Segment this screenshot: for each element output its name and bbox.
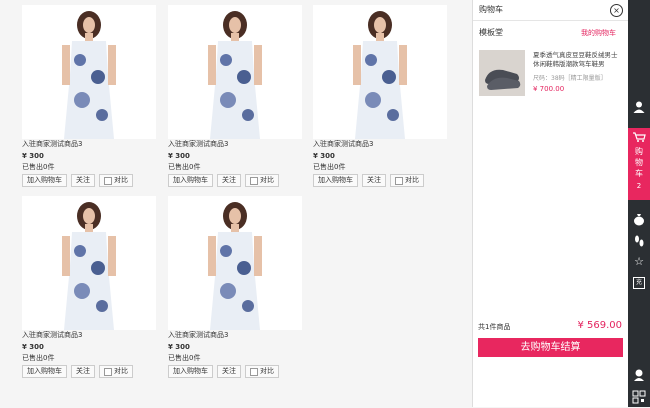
product-image[interactable] xyxy=(22,196,156,330)
compare-checkbox[interactable]: 对比 xyxy=(245,174,279,187)
follow-button[interactable]: 关注 xyxy=(71,365,95,378)
product-sold: 已售出0件 xyxy=(168,354,201,362)
product-title[interactable]: 入驻商家测试商品3 xyxy=(22,331,158,340)
product-card: 入驻商家测试商品3 ¥ 300 已售出0件 加入购物车 关注 对比 xyxy=(168,5,304,187)
qrcode-icon[interactable] xyxy=(632,390,646,404)
compare-checkbox[interactable]: 对比 xyxy=(99,365,133,378)
product-sold: 已售出0件 xyxy=(22,354,55,362)
product-image[interactable] xyxy=(168,196,302,330)
add-to-cart-button[interactable]: 加入购物车 xyxy=(22,174,67,187)
add-to-cart-button[interactable]: 加入购物车 xyxy=(313,174,358,187)
toolbar-cart[interactable]: 购 物 车 2 xyxy=(628,128,650,200)
product-title[interactable]: 入驻商家测试商品3 xyxy=(168,140,304,149)
checkbox-icon[interactable] xyxy=(104,176,112,185)
money-bag-icon[interactable] xyxy=(632,212,646,226)
cart-panel: 购物车 × 模板堂 我的购物车 夏季透气真皮豆豆鞋反绒男士休闲鞋韩版潮款驾车鞋男… xyxy=(472,0,628,407)
customer-service-icon[interactable] xyxy=(632,368,646,382)
product-sold: 已售出0件 xyxy=(22,163,55,171)
divider xyxy=(473,20,628,21)
product-title[interactable]: 入驻商家测试商品3 xyxy=(313,140,449,149)
cart-item: 夏季透气真皮豆豆鞋反绒男士休闲鞋韩版潮款驾车鞋男 尺码：38码［精工限量版］ ¥… xyxy=(479,50,623,100)
star-icon[interactable]: ☆ xyxy=(632,255,646,269)
user-icon[interactable] xyxy=(632,100,646,114)
cart-panel-title: 购物车 xyxy=(479,5,503,14)
checkbox-icon[interactable] xyxy=(250,176,258,185)
cart-total-price: ¥ 569.00 xyxy=(577,320,622,331)
cart-count-badge: 2 xyxy=(636,182,642,190)
checkbox-icon[interactable] xyxy=(250,367,258,376)
cart-item-spec: 尺码：38码［精工限量版］ xyxy=(533,75,607,82)
toolbar-cart-label-1: 购 xyxy=(635,147,643,156)
toolbar-cart-label-3: 车 xyxy=(635,169,643,178)
product-price: ¥ 300 xyxy=(313,152,335,160)
product-image[interactable] xyxy=(313,5,447,139)
cart-item-thumbnail[interactable] xyxy=(479,50,525,96)
compare-label: 对比 xyxy=(114,367,128,375)
shop-name[interactable]: 模板堂 xyxy=(479,27,503,38)
product-card: 入驻商家测试商品3 ¥ 300 已售出0件 加入购物车 关注 对比 xyxy=(168,196,304,378)
right-toolbar: 购 物 车 2 ☆ 充 xyxy=(628,0,650,407)
add-to-cart-button[interactable]: 加入购物车 xyxy=(168,365,213,378)
product-image[interactable] xyxy=(168,5,302,139)
cart-total-count: 共1件商品 xyxy=(478,323,511,331)
toolbar-cart-label-2: 物 xyxy=(635,158,643,167)
compare-label: 对比 xyxy=(405,176,419,184)
checkbox-icon[interactable] xyxy=(395,176,403,185)
checkout-button[interactable]: 去购物车结算 xyxy=(478,338,623,357)
checkbox-icon[interactable] xyxy=(104,367,112,376)
product-title[interactable]: 入驻商家测试商品3 xyxy=(168,331,304,340)
product-card: 入驻商家测试商品3 ¥ 300 已售出0件 加入购物车 关注 对比 xyxy=(313,5,449,187)
product-price: ¥ 300 xyxy=(22,343,44,351)
close-icon[interactable]: × xyxy=(610,4,623,17)
compare-label: 对比 xyxy=(114,176,128,184)
product-card: 入驻商家测试商品3 ¥ 300 已售出0件 加入购物车 关注 对比 xyxy=(22,196,158,378)
product-card: 入驻商家测试商品3 ¥ 300 已售出0件 加入购物车 关注 对比 xyxy=(22,5,158,187)
product-price: ¥ 300 xyxy=(168,152,190,160)
cart-icon xyxy=(628,131,650,146)
follow-button[interactable]: 关注 xyxy=(217,174,241,187)
product-price: ¥ 300 xyxy=(168,343,190,351)
product-sold: 已售出0件 xyxy=(313,163,346,171)
compare-label: 对比 xyxy=(260,367,274,375)
add-to-cart-button[interactable]: 加入购物车 xyxy=(22,365,67,378)
product-sold: 已售出0件 xyxy=(168,163,201,171)
cart-item-price: ¥ 700.00 xyxy=(533,85,565,93)
footprint-icon[interactable] xyxy=(632,234,646,248)
product-grid: 入驻商家测试商品3 ¥ 300 已售出0件 加入购物车 关注 对比 入驻商家测试… xyxy=(0,0,472,407)
product-title[interactable]: 入驻商家测试商品3 xyxy=(22,140,158,149)
compare-label: 对比 xyxy=(260,176,274,184)
compare-checkbox[interactable]: 对比 xyxy=(99,174,133,187)
my-cart-link[interactable]: 我的购物车 xyxy=(581,28,616,38)
compare-checkbox[interactable]: 对比 xyxy=(245,365,279,378)
follow-button[interactable]: 关注 xyxy=(362,174,386,187)
recharge-label: 充 xyxy=(633,277,645,289)
compare-checkbox[interactable]: 对比 xyxy=(390,174,424,187)
add-to-cart-button[interactable]: 加入购物车 xyxy=(168,174,213,187)
product-price: ¥ 300 xyxy=(22,152,44,160)
follow-button[interactable]: 关注 xyxy=(217,365,241,378)
product-image[interactable] xyxy=(22,5,156,139)
cart-item-name[interactable]: 夏季透气真皮豆豆鞋反绒男士休闲鞋韩版潮款驾车鞋男 xyxy=(533,51,621,69)
recharge-icon[interactable]: 充 xyxy=(632,276,646,290)
follow-button[interactable]: 关注 xyxy=(71,174,95,187)
